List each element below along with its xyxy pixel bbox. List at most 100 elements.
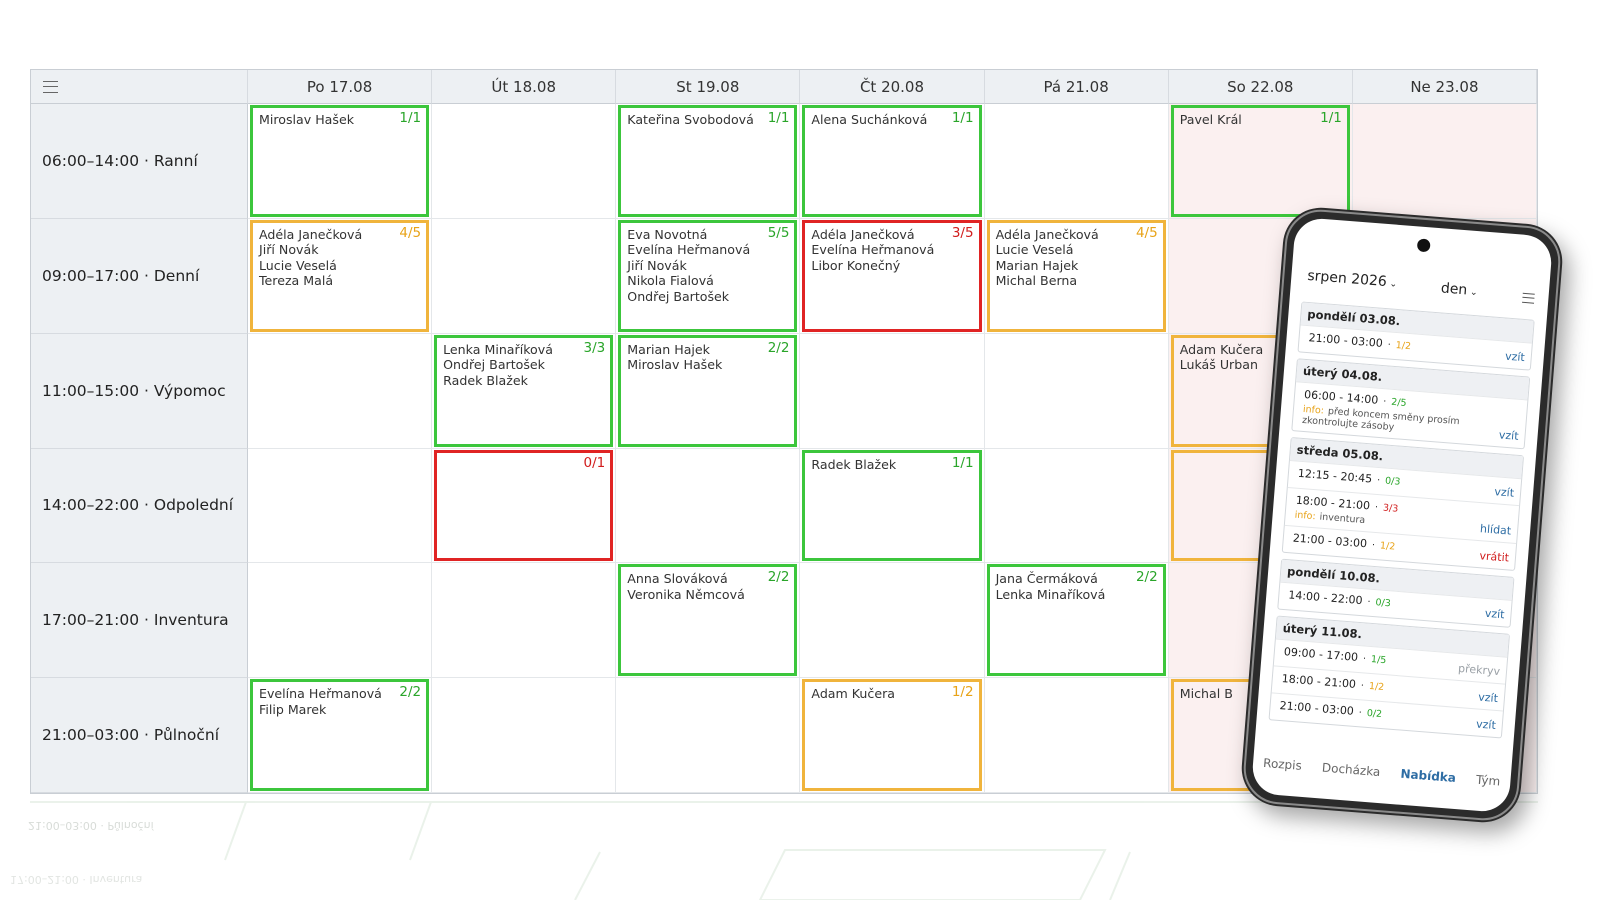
schedule-cell[interactable] — [984, 678, 1169, 793]
assigned-employee: Anna Slováková — [627, 571, 728, 587]
schedule-cell[interactable]: 1/1 Pavel Král — [1168, 104, 1353, 219]
info-text: před koncem směny prosím zkontrolujte zá… — [1301, 405, 1461, 434]
schedule-cell[interactable] — [432, 563, 617, 679]
phone-shift-action[interactable]: vzít — [1478, 691, 1499, 706]
assigned-employee: Evelína Heřmanová — [259, 686, 382, 702]
shift-count-badge: 2/2 — [399, 684, 422, 701]
day-header-sat[interactable]: So 22.08 — [1168, 70, 1353, 104]
schedule-cell[interactable]: 1/1 Miroslav Hašek — [248, 104, 433, 219]
phone-nav-item[interactable]: Nabídka — [1399, 767, 1456, 795]
assigned-employee: Pavel Král — [1179, 112, 1242, 127]
phone-header: srpen 2026 ⌄ den ⌄ — [1306, 268, 1535, 310]
schedule-cell[interactable] — [984, 104, 1169, 219]
phone-nav-item[interactable]: Docházka — [1321, 761, 1380, 790]
schedule-cell[interactable] — [432, 104, 617, 219]
assigned-employee: Evelína Heřmanová — [627, 242, 751, 258]
schedule-cell[interactable]: 2/2 Jana Čermáková Lenka Minaříková — [984, 563, 1169, 679]
schedule-cell[interactable] — [800, 563, 985, 679]
phone-shift-action[interactable]: překryv — [1458, 662, 1501, 678]
schedule-cell[interactable]: 4/5 Adéla Janečková Jiří Novák Lucie Veselá… — [248, 218, 433, 334]
shift-assignment[interactable]: 3/3 Lenka Minaříková Ondřej Bartošek Radek … — [434, 334, 614, 447]
day-header-thu[interactable]: Čt 20.08 — [800, 70, 985, 104]
shift-assignment[interactable]: 1/1 Alena Suchánková — [802, 105, 982, 217]
schedule-cell[interactable] — [800, 333, 985, 449]
schedule-cell[interactable]: 0/1 — [432, 448, 617, 564]
schedule-cell[interactable]: 3/5 Adéla Janečková Evelína Heřmanová Libor… — [800, 218, 985, 334]
phone-shift-time: 21:00 - 03:00 — [1308, 331, 1384, 350]
shift-label: 06:00–14:00 · Ranní — [31, 104, 248, 219]
shift-assignment[interactable]: 5/5 Eva Novotná Evelína Heřmanová Jiří Nová… — [618, 219, 798, 332]
schedule-cell[interactable] — [616, 448, 801, 564]
shift-assignment[interactable]: 2/2 Marian Hajek Miroslav Hašek — [618, 334, 798, 447]
day-header-tue[interactable]: Út 18.08 — [432, 70, 617, 104]
day-header-sun[interactable]: Ne 23.08 — [1352, 70, 1537, 104]
assigned-employee: Miroslav Hašek — [259, 112, 354, 127]
shift-assignment[interactable]: 1/1 Miroslav Hašek — [250, 105, 430, 217]
schedule-cell[interactable] — [432, 678, 617, 793]
schedule-cell[interactable]: 3/3 Lenka Minaříková Ondřej Bartošek Radek … — [432, 333, 617, 449]
phone-nav-item[interactable]: Rozpis — [1262, 756, 1303, 783]
shift-count-badge: 0/1 — [583, 454, 606, 471]
schedule-cell[interactable] — [248, 448, 433, 564]
shift-assignment[interactable]: 3/5 Adéla Janečková Evelína Heřmanová Libor… — [802, 219, 982, 332]
month-selector[interactable]: srpen 2026 ⌄ — [1307, 268, 1398, 291]
schedule-cell[interactable]: 1/2 Adam Kučera — [800, 678, 985, 793]
schedule-cell[interactable] — [1352, 104, 1537, 219]
shift-assignment[interactable]: 0/1 — [434, 449, 614, 562]
schedule-cell[interactable] — [432, 218, 617, 334]
phone-nav-item[interactable]: Tým — [1475, 773, 1500, 799]
schedule-cell[interactable]: 2/2 Marian Hajek Miroslav Hašek — [616, 333, 801, 449]
shift-count-badge: 1/1 — [1320, 110, 1342, 126]
menu-icon[interactable] — [43, 80, 58, 93]
phone-shift-count: 1/5 — [1370, 654, 1387, 667]
schedule-cell[interactable] — [248, 333, 433, 449]
assigned-employee: Filip Marek — [259, 701, 327, 717]
phone-shift-count: 3/3 — [1382, 502, 1399, 515]
shift-count-badge: 2/2 — [767, 569, 790, 586]
reflection-graphic: 21:00–03:00 · Půlnoční 17:00–21:00 · Inv… — [10, 801, 1538, 900]
phone-shift-action[interactable]: vzít — [1484, 607, 1505, 622]
separator-dot: · — [1357, 680, 1368, 692]
day-header-mon[interactable]: Po 17.08 — [248, 70, 433, 104]
shift-assignment[interactable]: 4/5 Adéla Janečková Lucie Veselá Marian Haj… — [986, 219, 1166, 332]
shift-assignment[interactable]: 2/2 Anna Slováková Veronika Němcová — [618, 564, 798, 677]
day-header-fri[interactable]: Pá 21.08 — [984, 70, 1169, 104]
shift-assignment[interactable]: 1/2 Adam Kučera — [802, 679, 982, 791]
phone-shift-time: 09:00 - 17:00 — [1283, 645, 1359, 664]
shift-assignment[interactable]: 1/1 Kateřina Svobodová — [618, 105, 798, 217]
phone-shift-action[interactable]: vzít — [1476, 717, 1497, 732]
shift-assignment[interactable]: 1/1 Pavel Král — [1170, 105, 1350, 217]
day-header-wed[interactable]: St 19.08 — [616, 70, 801, 104]
info-text: inventura — [1319, 511, 1366, 527]
schedule-cell[interactable] — [248, 563, 433, 679]
phone-shift-action[interactable]: hlídat — [1480, 522, 1512, 537]
phone-shift-count: 1/2 — [1368, 680, 1385, 694]
schedule-cell[interactable]: 2/2 Anna Slováková Veronika Němcová — [616, 563, 801, 679]
shift-assignment[interactable]: 2/2 Jana Čermáková Lenka Minaříková — [986, 564, 1166, 677]
phone-shift-action[interactable]: vrátit — [1479, 549, 1509, 564]
view-selector[interactable]: den ⌄ — [1440, 280, 1478, 299]
assigned-employee: Jana Čermáková — [995, 571, 1098, 587]
phone-shift-action[interactable]: vzít — [1505, 350, 1526, 365]
schedule-cell[interactable]: 1/1 Radek Blažek — [800, 448, 985, 564]
phone-shift-action[interactable]: vzít — [1498, 428, 1519, 443]
schedule-cell[interactable] — [984, 333, 1169, 449]
phone-shift-time: 21:00 - 03:00 — [1279, 699, 1355, 718]
shift-assignment[interactable]: 1/1 Radek Blažek — [802, 449, 982, 562]
schedule-cell[interactable]: 1/1 Kateřina Svobodová — [616, 104, 801, 219]
phone-shift-action[interactable]: vzít — [1494, 485, 1515, 500]
shift-assignment[interactable]: 2/2 Evelína Heřmanová Filip Marek — [250, 679, 430, 791]
assigned-employee: Ondřej Bartošek — [627, 288, 730, 304]
schedule-cell[interactable] — [616, 678, 801, 793]
phone-day-card: středa 05.08. 12:15 - 20:45 · 0/3 vzít 18:0… — [1281, 437, 1525, 572]
schedule-cell[interactable]: 2/2 Evelína Heřmanová Filip Marek — [248, 678, 433, 793]
schedule-cell[interactable]: 5/5 Eva Novotná Evelína Heřmanová Jiří Nová… — [616, 218, 801, 334]
phone-day-list: pondělí 03.08. 21:00 - 03:00 · 1/2 vzít úte… — [1268, 301, 1535, 744]
phone-bottom-nav: Rozpis Docházka Nabídka Tým — [1252, 755, 1511, 799]
shift-assignment[interactable]: 4/5 Adéla Janečková Jiří Novák Lucie Veselá… — [250, 219, 430, 332]
schedule-cell[interactable]: 4/5 Adéla Janečková Lucie Veselá Marian Haj… — [984, 218, 1169, 334]
schedule-cell[interactable]: 1/1 Alena Suchánková — [800, 104, 985, 219]
schedule-cell[interactable] — [984, 448, 1169, 564]
phone-menu-icon[interactable] — [1522, 292, 1535, 304]
shift-count-badge: 2/2 — [1135, 569, 1158, 586]
